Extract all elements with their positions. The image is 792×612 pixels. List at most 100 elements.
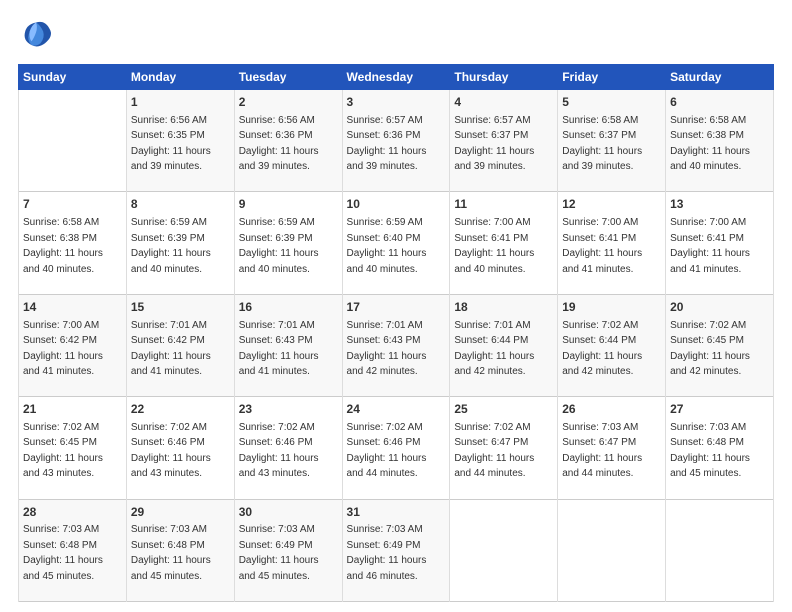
day-cell: 11 Sunrise: 7:00 AMSunset: 6:41 PMDayligh… — [450, 192, 558, 294]
header-cell-friday: Friday — [558, 65, 666, 90]
day-info: Sunrise: 7:03 AMSunset: 6:48 PMDaylight:… — [670, 422, 750, 480]
day-number: 12 — [562, 196, 661, 213]
day-cell: 5 Sunrise: 6:58 AMSunset: 6:37 PMDaylight… — [558, 90, 666, 192]
day-cell: 12 Sunrise: 7:00 AMSunset: 6:41 PMDayligh… — [558, 192, 666, 294]
day-number: 11 — [454, 196, 553, 213]
day-cell — [450, 499, 558, 601]
day-info: Sunrise: 6:59 AMSunset: 6:39 PMDaylight:… — [239, 217, 319, 275]
day-info: Sunrise: 6:56 AMSunset: 6:36 PMDaylight:… — [239, 115, 319, 173]
day-cell: 2 Sunrise: 6:56 AMSunset: 6:36 PMDaylight… — [234, 90, 342, 192]
header — [18, 18, 774, 54]
day-cell — [558, 499, 666, 601]
day-number: 21 — [23, 401, 122, 418]
header-cell-wednesday: Wednesday — [342, 65, 450, 90]
day-info: Sunrise: 7:02 AMSunset: 6:46 PMDaylight:… — [239, 422, 319, 480]
day-number: 28 — [23, 504, 122, 521]
day-info: Sunrise: 6:59 AMSunset: 6:39 PMDaylight:… — [131, 217, 211, 275]
day-cell: 14 Sunrise: 7:00 AMSunset: 6:42 PMDayligh… — [19, 294, 127, 396]
day-cell: 16 Sunrise: 7:01 AMSunset: 6:43 PMDayligh… — [234, 294, 342, 396]
day-cell: 31 Sunrise: 7:03 AMSunset: 6:49 PMDayligh… — [342, 499, 450, 601]
day-number: 24 — [347, 401, 446, 418]
day-cell: 22Sunrise: 7:02 AMSunset: 6:46 PMDayligh… — [126, 397, 234, 499]
day-cell: 13Sunrise: 7:00 AMSunset: 6:41 PMDayligh… — [666, 192, 774, 294]
day-info: Sunrise: 6:58 AMSunset: 6:37 PMDaylight:… — [562, 115, 642, 173]
day-cell: 4 Sunrise: 6:57 AMSunset: 6:37 PMDaylight… — [450, 90, 558, 192]
day-info: Sunrise: 7:03 AMSunset: 6:49 PMDaylight:… — [347, 524, 427, 582]
day-number: 31 — [347, 504, 446, 521]
week-row-2: 7 Sunrise: 6:58 AMSunset: 6:38 PMDaylight… — [19, 192, 774, 294]
header-cell-thursday: Thursday — [450, 65, 558, 90]
day-number: 19 — [562, 299, 661, 316]
day-info: Sunrise: 7:01 AMSunset: 6:43 PMDaylight:… — [347, 320, 427, 378]
day-cell: 25Sunrise: 7:02 AMSunset: 6:47 PMDayligh… — [450, 397, 558, 499]
day-number: 15 — [131, 299, 230, 316]
day-cell: 7 Sunrise: 6:58 AMSunset: 6:38 PMDaylight… — [19, 192, 127, 294]
header-cell-tuesday: Tuesday — [234, 65, 342, 90]
day-info: Sunrise: 7:03 AMSunset: 6:48 PMDaylight:… — [131, 524, 211, 582]
day-cell: 28 Sunrise: 7:03 AMSunset: 6:48 PMDayligh… — [19, 499, 127, 601]
header-cell-monday: Monday — [126, 65, 234, 90]
day-info: Sunrise: 7:02 AMSunset: 6:46 PMDaylight:… — [131, 422, 211, 480]
day-cell: 24 Sunrise: 7:02 AMSunset: 6:46 PMDayligh… — [342, 397, 450, 499]
day-cell: 1Sunrise: 6:56 AMSunset: 6:35 PMDaylight… — [126, 90, 234, 192]
day-info: Sunrise: 7:03 AMSunset: 6:48 PMDaylight:… — [23, 524, 103, 582]
day-number: 16 — [239, 299, 338, 316]
day-number: 20 — [670, 299, 769, 316]
day-number: 17 — [347, 299, 446, 316]
day-cell: 15 Sunrise: 7:01 AMSunset: 6:42 PMDayligh… — [126, 294, 234, 396]
day-info: Sunrise: 7:02 AMSunset: 6:45 PMDaylight:… — [23, 422, 103, 480]
day-number: 30 — [239, 504, 338, 521]
day-info: Sunrise: 6:58 AMSunset: 6:38 PMDaylight:… — [23, 217, 103, 275]
day-info: Sunrise: 6:57 AMSunset: 6:36 PMDaylight:… — [347, 115, 427, 173]
day-info: Sunrise: 7:01 AMSunset: 6:44 PMDaylight:… — [454, 320, 534, 378]
day-number: 18 — [454, 299, 553, 316]
day-number: 4 — [454, 94, 553, 111]
day-number: 14 — [23, 299, 122, 316]
day-cell: 10Sunrise: 6:59 AMSunset: 6:40 PMDayligh… — [342, 192, 450, 294]
day-info: Sunrise: 7:00 AMSunset: 6:41 PMDaylight:… — [562, 217, 642, 275]
day-cell: 26 Sunrise: 7:03 AMSunset: 6:47 PMDayligh… — [558, 397, 666, 499]
day-info: Sunrise: 7:00 AMSunset: 6:41 PMDaylight:… — [454, 217, 534, 275]
week-row-4: 21 Sunrise: 7:02 AMSunset: 6:45 PMDayligh… — [19, 397, 774, 499]
day-info: Sunrise: 7:02 AMSunset: 6:44 PMDaylight:… — [562, 320, 642, 378]
day-cell — [666, 499, 774, 601]
day-info: Sunrise: 7:03 AMSunset: 6:49 PMDaylight:… — [239, 524, 319, 582]
day-number: 5 — [562, 94, 661, 111]
day-number: 1 — [131, 94, 230, 111]
day-number: 27 — [670, 401, 769, 418]
day-number: 8 — [131, 196, 230, 213]
day-cell: 17 Sunrise: 7:01 AMSunset: 6:43 PMDayligh… — [342, 294, 450, 396]
day-cell — [19, 90, 127, 192]
day-cell: 6Sunrise: 6:58 AMSunset: 6:38 PMDaylight… — [666, 90, 774, 192]
day-number: 25 — [454, 401, 553, 418]
day-number: 9 — [239, 196, 338, 213]
day-number: 7 — [23, 196, 122, 213]
calendar-table: SundayMondayTuesdayWednesdayThursdayFrid… — [18, 64, 774, 602]
day-number: 26 — [562, 401, 661, 418]
day-info: Sunrise: 7:00 AMSunset: 6:42 PMDaylight:… — [23, 320, 103, 378]
day-info: Sunrise: 7:01 AMSunset: 6:42 PMDaylight:… — [131, 320, 211, 378]
day-number: 2 — [239, 94, 338, 111]
day-cell: 30 Sunrise: 7:03 AMSunset: 6:49 PMDayligh… — [234, 499, 342, 601]
day-cell: 23 Sunrise: 7:02 AMSunset: 6:46 PMDayligh… — [234, 397, 342, 499]
day-info: Sunrise: 6:57 AMSunset: 6:37 PMDaylight:… — [454, 115, 534, 173]
day-cell: 18 Sunrise: 7:01 AMSunset: 6:44 PMDayligh… — [450, 294, 558, 396]
day-info: Sunrise: 6:59 AMSunset: 6:40 PMDaylight:… — [347, 217, 427, 275]
day-cell: 27 Sunrise: 7:03 AMSunset: 6:48 PMDayligh… — [666, 397, 774, 499]
week-row-1: 1Sunrise: 6:56 AMSunset: 6:35 PMDaylight… — [19, 90, 774, 192]
day-info: Sunrise: 7:02 AMSunset: 6:46 PMDaylight:… — [347, 422, 427, 480]
day-cell: 29 Sunrise: 7:03 AMSunset: 6:48 PMDayligh… — [126, 499, 234, 601]
week-row-3: 14 Sunrise: 7:00 AMSunset: 6:42 PMDayligh… — [19, 294, 774, 396]
day-number: 3 — [347, 94, 446, 111]
day-info: Sunrise: 7:03 AMSunset: 6:47 PMDaylight:… — [562, 422, 642, 480]
day-cell: 9 Sunrise: 6:59 AMSunset: 6:39 PMDaylight… — [234, 192, 342, 294]
day-number: 23 — [239, 401, 338, 418]
logo — [18, 18, 58, 54]
day-number: 29 — [131, 504, 230, 521]
day-info: Sunrise: 7:01 AMSunset: 6:43 PMDaylight:… — [239, 320, 319, 378]
day-cell: 21 Sunrise: 7:02 AMSunset: 6:45 PMDayligh… — [19, 397, 127, 499]
logo-icon — [18, 18, 54, 54]
header-cell-saturday: Saturday — [666, 65, 774, 90]
day-number: 13 — [670, 196, 769, 213]
day-info: Sunrise: 6:58 AMSunset: 6:38 PMDaylight:… — [670, 115, 750, 173]
